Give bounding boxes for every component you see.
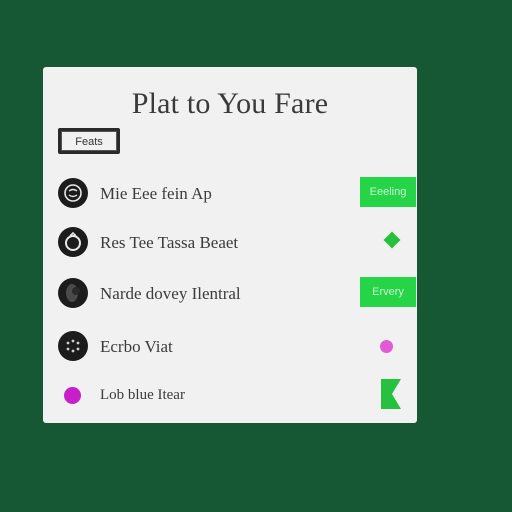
list-item[interactable]: Mie Eee fein Ap Eeeling <box>56 176 416 210</box>
list-item[interactable]: Lob blue Itear <box>56 379 416 413</box>
list-item[interactable]: Res Tee Tassa Beaet <box>56 225 416 259</box>
row-action-button[interactable]: Ervery <box>360 277 416 307</box>
list-item-label: Lob blue Itear <box>100 387 185 403</box>
list-item[interactable]: Ecrbo Viat <box>56 329 416 363</box>
card-title: Plat to You Fare <box>131 87 329 120</box>
flag-icon[interactable] <box>381 379 401 409</box>
smiley-icon <box>58 178 88 208</box>
person-icon <box>58 278 88 308</box>
diamond-icon[interactable] <box>383 231 401 249</box>
magenta-dot-icon <box>64 387 81 404</box>
list-item-label: Ecrbo Viat <box>100 337 173 356</box>
list-item-label: Res Tee Tassa Beaet <box>100 233 239 252</box>
filter-chip[interactable]: Feats <box>58 128 120 154</box>
list-item-label: Mie Eee fein Ap <box>100 184 212 203</box>
filter-chip-label: Feats <box>61 131 117 151</box>
row-action-button[interactable]: Eeeling <box>360 177 416 207</box>
list-item-label: Narde dovey Ilentral <box>100 284 241 303</box>
playlist-card: Plat to You Fare Feats Mie Eee fein Ap E… <box>43 67 417 423</box>
list-item[interactable]: Narde dovey Ilentral Ervery <box>56 276 416 310</box>
ring-icon <box>58 227 88 257</box>
dots-icon <box>58 331 88 361</box>
pink-dot-icon[interactable] <box>380 340 393 353</box>
